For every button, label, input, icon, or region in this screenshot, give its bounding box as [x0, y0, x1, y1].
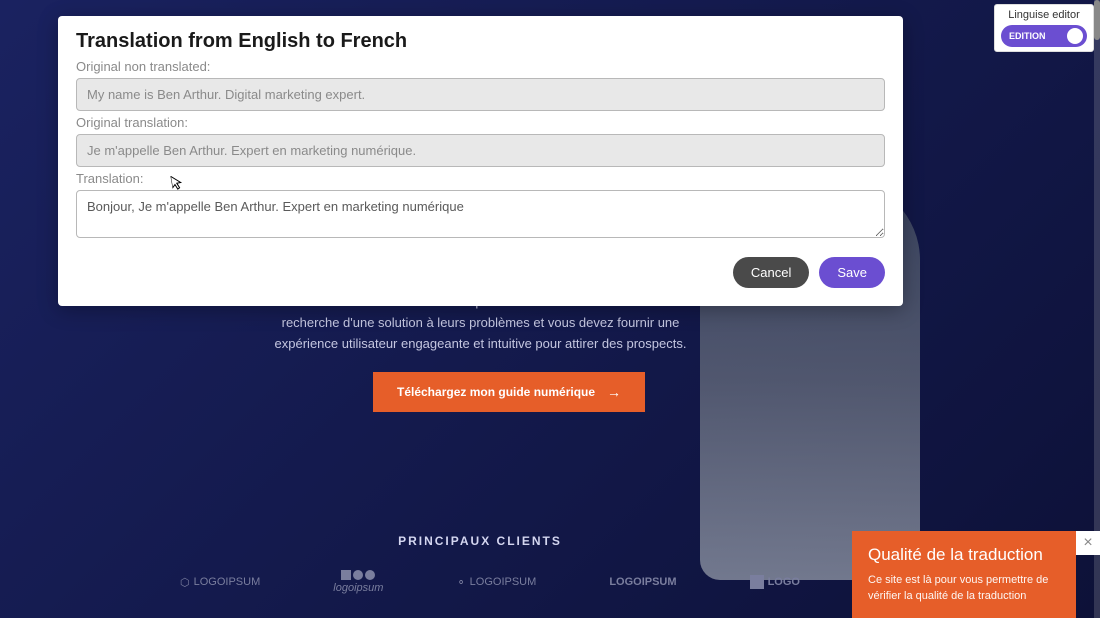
client-logo-4: LOGOIPSUM [609, 576, 676, 588]
quality-popup: × Qualité de la traduction Ce site est l… [852, 531, 1076, 618]
client-logo-2: logoipsum [333, 570, 383, 594]
original-input [76, 78, 885, 111]
close-popup-button[interactable]: × [1076, 531, 1100, 555]
toggle-knob [1067, 28, 1083, 44]
editor-panel: Linguise editor EDITION [994, 4, 1094, 52]
logo-dots-icon [341, 570, 375, 580]
toggle-label: EDITION [1005, 31, 1046, 41]
client-logo-5: LOGO [750, 575, 800, 589]
modal-actions: Cancel Save [76, 257, 885, 288]
clients-heading: PRINCIPAUX CLIENTS [0, 534, 960, 548]
translation-input[interactable]: Bonjour, Je m'appelle Ben Arthur. Expert… [76, 190, 885, 238]
client-logo-1: ⬡ LOGOIPSUM [180, 576, 260, 589]
edition-toggle[interactable]: EDITION [1001, 25, 1087, 47]
quality-popup-text: Ce site est là pour vous permettre de vé… [868, 573, 1060, 604]
logo-square-icon [750, 575, 764, 589]
client-logo-3: ⚬ LOGOIPSUM [456, 576, 536, 589]
quality-popup-title: Qualité de la traduction [868, 545, 1060, 565]
cancel-button[interactable]: Cancel [733, 257, 809, 288]
translation-modal: Translation from English to French Origi… [58, 16, 903, 306]
original-label: Original non translated: [76, 59, 885, 74]
translation-label: Translation: [76, 171, 885, 186]
logo-hexagon-icon: ⬡ [180, 576, 190, 589]
close-icon: × [1083, 534, 1092, 552]
editor-panel-title: Linguise editor [1001, 9, 1087, 21]
logo-bulb-icon: ⚬ [456, 576, 465, 589]
modal-title: Translation from English to French [76, 30, 885, 53]
original-translation-input [76, 134, 885, 167]
download-guide-button[interactable]: Téléchargez mon guide numérique → [373, 372, 645, 412]
client-logos-row: ⬡ LOGOIPSUM logoipsum ⚬ LOGOIPSUM LOGOIP… [180, 570, 800, 594]
arrow-right-icon: → [607, 384, 621, 400]
scrollbar[interactable] [1094, 0, 1100, 618]
cta-button-label: Téléchargez mon guide numérique [397, 385, 595, 399]
scrollbar-thumb[interactable] [1094, 0, 1100, 40]
save-button[interactable]: Save [819, 257, 885, 288]
original-translation-label: Original translation: [76, 115, 885, 130]
